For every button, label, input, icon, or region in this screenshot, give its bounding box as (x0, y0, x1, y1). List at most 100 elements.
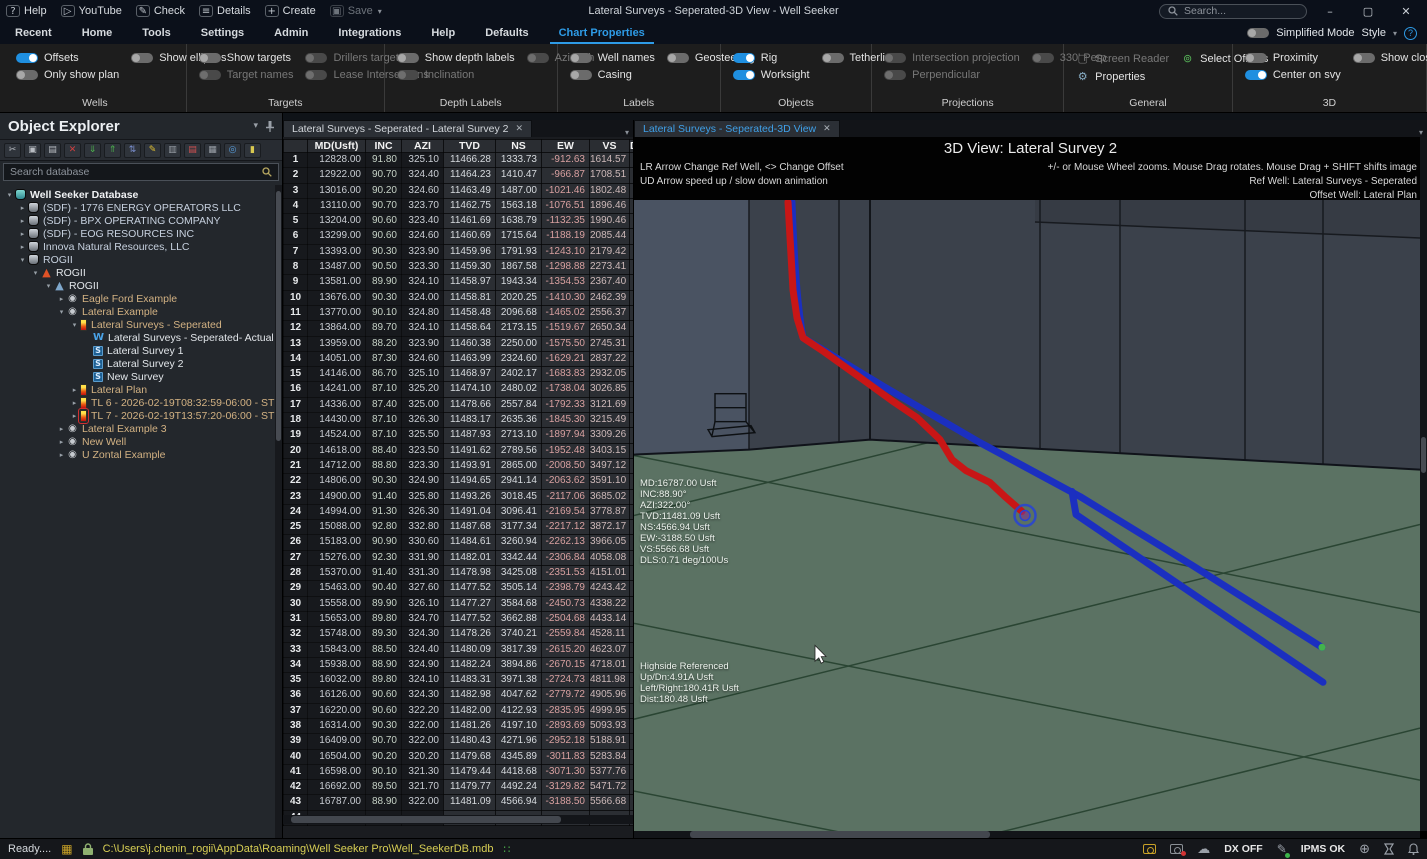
toggle-pill-intersection-projection[interactable] (884, 53, 907, 63)
toggle-show-depth-labels[interactable]: Show depth labels (396, 52, 515, 64)
cell[interactable]: 11460.38 (443, 335, 496, 352)
quick-details-button[interactable]: ≡ Details (199, 5, 251, 17)
cell[interactable]: 3026.85 (589, 381, 630, 398)
cell[interactable]: 2324.60 (495, 350, 542, 368)
menu-tab-settings[interactable]: Settings (186, 22, 259, 44)
table-row[interactable]: 3 13016.00 90.20 324.60 11463.49 1487.00 -1021… (283, 182, 633, 199)
cell[interactable]: 324.90 (401, 656, 444, 674)
cell[interactable]: 15843.00 (307, 641, 366, 658)
cell[interactable]: 4151.01 (589, 565, 630, 582)
import-db-icon[interactable]: ⇓ (84, 142, 101, 158)
pin-icon[interactable] (266, 120, 274, 132)
cell[interactable]: 3121.69 (589, 396, 630, 414)
tree-expander-icon[interactable]: ▸ (56, 295, 67, 303)
cell[interactable]: 89.90 (365, 274, 402, 291)
cell[interactable]: -2835.95 (541, 702, 590, 719)
tree-expander-icon[interactable]: ▸ (69, 399, 80, 407)
cell[interactable]: 4999.95 (589, 702, 630, 719)
tree-item-sdf-bpx-operating-company[interactable]: ▸ (SDF) - BPX OPERATING COMPANY (0, 214, 275, 227)
columns-icon[interactable]: ▦ (204, 142, 221, 158)
minimize-button[interactable]: – (1315, 5, 1345, 18)
cell[interactable]: 15276.00 (307, 549, 366, 567)
cell[interactable]: 320.20 (401, 748, 444, 765)
cell[interactable]: 14524.00 (307, 427, 366, 444)
cell[interactable]: -1021.46 (541, 182, 590, 199)
cell[interactable]: 11494.65 (443, 473, 496, 490)
target-icon[interactable]: ◎ (224, 142, 241, 158)
transfer-db-icon[interactable]: ⇅ (124, 142, 141, 158)
cell[interactable]: 323.40 (401, 213, 444, 230)
tree-item-well-seeker-database[interactable]: ▾ Well Seeker Database (0, 188, 275, 201)
cell[interactable]: -1410.30 (541, 289, 590, 306)
cell[interactable]: 3497.12 (589, 457, 630, 475)
table-row[interactable]: 10 13676.00 90.30 324.00 11458.81 2020.25 -141… (283, 289, 633, 306)
cell[interactable]: 323.90 (401, 335, 444, 352)
cell[interactable]: 1638.79 (495, 213, 542, 230)
cell[interactable]: 11463.49 (443, 182, 496, 199)
cell[interactable]: 11483.31 (443, 672, 496, 689)
cell[interactable]: 5471.72 (589, 779, 630, 796)
quick-check-button[interactable]: ✎ Check (135, 5, 185, 17)
cell[interactable]: 3817.39 (495, 641, 542, 658)
toggle-perpendicular[interactable]: Perpendicular (884, 69, 1020, 81)
cell[interactable]: 324.80 (401, 304, 444, 322)
cell[interactable]: 2096.68 (495, 304, 542, 322)
cell[interactable]: 11460.69 (443, 228, 496, 245)
cell[interactable]: 324.10 (401, 320, 444, 337)
cell[interactable]: 11474.10 (443, 381, 496, 398)
cell[interactable]: 87.10 (365, 381, 402, 398)
toggle-pill-casing[interactable] (569, 70, 592, 80)
table-row[interactable]: 37 16220.00 90.60 322.20 11482.00 4122.93 -283… (283, 702, 633, 719)
cell[interactable]: 11468.97 (443, 366, 496, 383)
tree-item-rogii[interactable]: ▾ ROGII (0, 253, 275, 266)
cell[interactable]: 4811.98 (589, 672, 630, 689)
cell[interactable]: -2169.54 (541, 503, 590, 521)
close-button[interactable]: ✕ (1391, 5, 1421, 18)
toggle-pill-proximity[interactable] (1244, 53, 1267, 63)
cell[interactable]: 11482.98 (443, 687, 496, 704)
cell[interactable]: 11458.64 (443, 320, 496, 337)
cell[interactable]: 11482.01 (443, 549, 496, 567)
cell[interactable]: 11482.00 (443, 702, 496, 719)
cell[interactable]: 11491.62 (443, 442, 496, 459)
cell[interactable]: 11478.26 (443, 626, 496, 643)
tree-item-eagle-ford-example[interactable]: ▸ ◉ Eagle Ford Example (0, 292, 275, 305)
cell[interactable]: 14994.00 (307, 503, 366, 521)
toggle-pill-geosteering[interactable] (666, 53, 689, 63)
cell[interactable]: 2932.05 (589, 366, 630, 383)
cell[interactable]: 11479.68 (443, 748, 496, 765)
grid-status-icon[interactable]: ∷ (503, 843, 510, 856)
table-row[interactable]: 12 13864.00 89.70 324.10 11458.64 2173.15 -151… (283, 320, 633, 337)
tree-item-lateral-survey-1[interactable]: S Lateral Survey 1 (0, 344, 275, 357)
tree-expander-icon[interactable]: ▾ (56, 308, 67, 316)
tab-3d-view[interactable]: Lateral Surveys - Seperated-3D View ✕ (634, 120, 840, 137)
cell[interactable]: 11459.30 (443, 259, 496, 276)
cell[interactable]: -2893.69 (541, 717, 590, 735)
cell[interactable]: 2650.34 (589, 320, 630, 337)
cell[interactable]: -2398.79 (541, 580, 590, 597)
cell[interactable]: 89.50 (365, 779, 402, 796)
cell[interactable]: 11493.91 (443, 457, 496, 475)
cell[interactable]: 323.30 (401, 259, 444, 276)
record-icon[interactable] (1170, 844, 1187, 856)
cell[interactable]: -1298.88 (541, 259, 590, 276)
cell[interactable]: 5566.68 (589, 794, 630, 811)
table-row[interactable]: 27 15276.00 92.30 331.90 11482.01 3342.44 -230… (283, 549, 633, 567)
table-row[interactable]: 1 12828.00 91.80 325.10 11466.28 1333.73 -912.… (283, 151, 633, 169)
toggle-pill-show-targets[interactable] (198, 53, 221, 63)
tree-expander-icon[interactable]: ▸ (69, 386, 80, 394)
cell[interactable]: 16598.00 (307, 763, 366, 781)
cell[interactable]: 89.70 (365, 320, 402, 337)
cell[interactable]: 11464.23 (443, 167, 496, 184)
cell[interactable]: 326.30 (401, 503, 444, 521)
cell[interactable]: 15938.00 (307, 656, 366, 674)
toggle-pill-lease-intersections[interactable] (305, 70, 328, 80)
menu-tab-chart-properties[interactable]: Chart Properties (544, 22, 660, 44)
cell[interactable]: 321.70 (401, 779, 444, 796)
cell[interactable]: 15088.00 (307, 519, 366, 536)
cell[interactable]: 11477.27 (443, 595, 496, 612)
cell[interactable]: 324.40 (401, 641, 444, 658)
cell[interactable]: 88.40 (365, 442, 402, 459)
cell[interactable]: 14806.00 (307, 473, 366, 490)
simplified-mode-toggle[interactable] (1247, 28, 1270, 38)
